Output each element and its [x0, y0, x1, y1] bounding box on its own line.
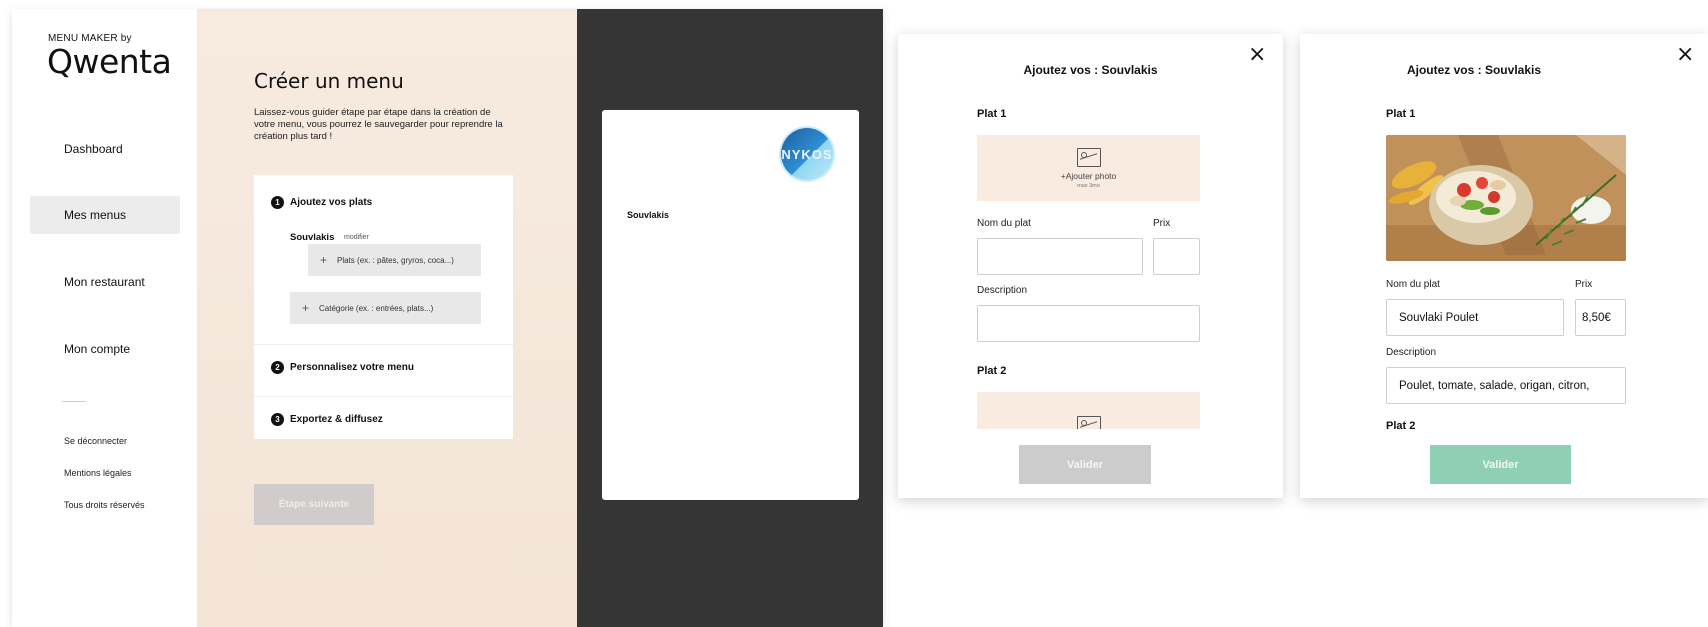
sidebar-item-dashboard[interactable]: Dashboard: [30, 130, 180, 168]
add-photo-label: +Ajouter photo: [1060, 170, 1117, 181]
add-photo-button[interactable]: +Ajouter photo max 3mo: [977, 135, 1200, 201]
price-label: Prix: [1153, 218, 1171, 229]
sidebar: MENU MAKER by Qwenta Dashboard Mes menus…: [12, 9, 197, 627]
description-label: Description: [977, 285, 1028, 296]
main-content: Créer un menu Laissez-vous guider étape …: [197, 9, 577, 627]
add-dish-modal-empty: Ajoutez vos : Souvlakis × Plat 1 +Ajoute…: [898, 34, 1283, 498]
step-divider: [254, 344, 513, 345]
step-label: Ajoutez vos plats: [290, 197, 373, 208]
name-label: Nom du plat: [977, 218, 1031, 229]
close-icon[interactable]: ×: [1676, 42, 1694, 67]
plus-icon: +: [320, 253, 328, 267]
step-number: 2: [271, 361, 284, 374]
dish-price-input[interactable]: [1153, 238, 1200, 275]
brand-logo: Qwenta: [47, 42, 172, 81]
add-dish-modal-filled: Ajoutez vos : Souvlakis × Plat 1 Nom du …: [1300, 34, 1708, 498]
modal-scroll-area[interactable]: Plat 1 +Ajouter photo max 3mo Nom du pla…: [898, 104, 1283, 429]
dish-1-label: Plat 1: [977, 108, 1007, 120]
legal-link[interactable]: Mentions légales: [64, 468, 132, 478]
step-number: 3: [271, 413, 284, 426]
add-photo-button-2[interactable]: [977, 392, 1200, 429]
next-step-button[interactable]: Étape suivante: [254, 484, 374, 525]
close-icon[interactable]: ×: [1248, 42, 1266, 67]
image-icon: [1076, 415, 1101, 429]
dish-description-input[interactable]: [977, 305, 1200, 342]
page-title: Créer un menu: [254, 69, 404, 93]
dish-price-input[interactable]: 8,50€: [1575, 299, 1626, 336]
add-category-label: Catégorie (ex. : entrées, plats...): [319, 303, 434, 313]
menu-preview-card: NYKOS Souvlakis: [602, 110, 859, 500]
steps-panel: 1 Ajoutez vos plats Souvlakis modifier +…: [254, 175, 513, 439]
sidebar-item-mon-compte[interactable]: Mon compte: [30, 330, 180, 368]
dish-1-label: Plat 1: [1386, 108, 1416, 120]
rights-text: Tous droits réservés: [64, 500, 145, 510]
add-dish-button[interactable]: + Plats (ex. : pâtes, gryros, coca...): [308, 244, 481, 276]
dish-description-input[interactable]: Poulet, tomate, salade, origan, citron,: [1386, 367, 1626, 404]
category-name: Souvlakis: [290, 232, 335, 243]
sidebar-item-mes-menus[interactable]: Mes menus: [30, 196, 180, 234]
image-icon: [1076, 147, 1101, 167]
step-2[interactable]: 2 Personnalisez votre menu: [271, 361, 414, 374]
preview-category: Souvlakis: [627, 210, 670, 220]
step-number: 1: [271, 196, 284, 209]
add-dish-label: Plats (ex. : pâtes, gryros, coca...): [337, 255, 454, 265]
validate-button[interactable]: Valider: [1430, 445, 1571, 484]
sidebar-divider: [62, 401, 86, 402]
name-label: Nom du plat: [1386, 279, 1440, 290]
menu-preview-pane: NYKOS Souvlakis: [577, 9, 883, 627]
modal-title: Ajoutez vos : Souvlakis: [1023, 63, 1158, 77]
category-edit-link[interactable]: modifier: [344, 234, 369, 241]
dish-2-label: Plat 2: [1386, 420, 1416, 429]
photo-size-hint: max 3mo: [1077, 182, 1100, 189]
add-category-button[interactable]: + Catégorie (ex. : entrées, plats...): [290, 292, 481, 324]
step-label: Exportez & diffusez: [290, 414, 383, 425]
validate-button[interactable]: Valider: [1019, 445, 1151, 484]
step-divider: [254, 396, 513, 397]
step-1[interactable]: 1 Ajoutez vos plats: [271, 196, 372, 209]
plus-icon: +: [302, 301, 310, 315]
restaurant-logo: NYKOS: [781, 128, 833, 180]
dish-name-input[interactable]: [977, 238, 1143, 275]
souvlaki-image: [1386, 135, 1626, 261]
modal-title: Ajoutez vos : Souvlakis: [1406, 63, 1542, 77]
logout-link[interactable]: Se déconnecter: [64, 436, 127, 446]
dish-name-input[interactable]: Souvlaki Poulet: [1386, 299, 1564, 336]
modal-scroll-area[interactable]: Plat 1 Nom du plat Prix Souvlaki Poulet …: [1300, 104, 1708, 429]
description-label: Description: [1386, 347, 1437, 358]
page-intro: Laissez-vous guider étape par étape dans…: [254, 107, 503, 142]
step-3[interactable]: 3 Exportez & diffusez: [271, 413, 383, 426]
dish-photo[interactable]: [1386, 135, 1626, 261]
step-label: Personnalisez votre menu: [290, 362, 414, 373]
sidebar-item-mon-restaurant[interactable]: Mon restaurant: [30, 263, 180, 301]
dish-2-label: Plat 2: [977, 365, 1007, 377]
price-label: Prix: [1575, 279, 1593, 290]
